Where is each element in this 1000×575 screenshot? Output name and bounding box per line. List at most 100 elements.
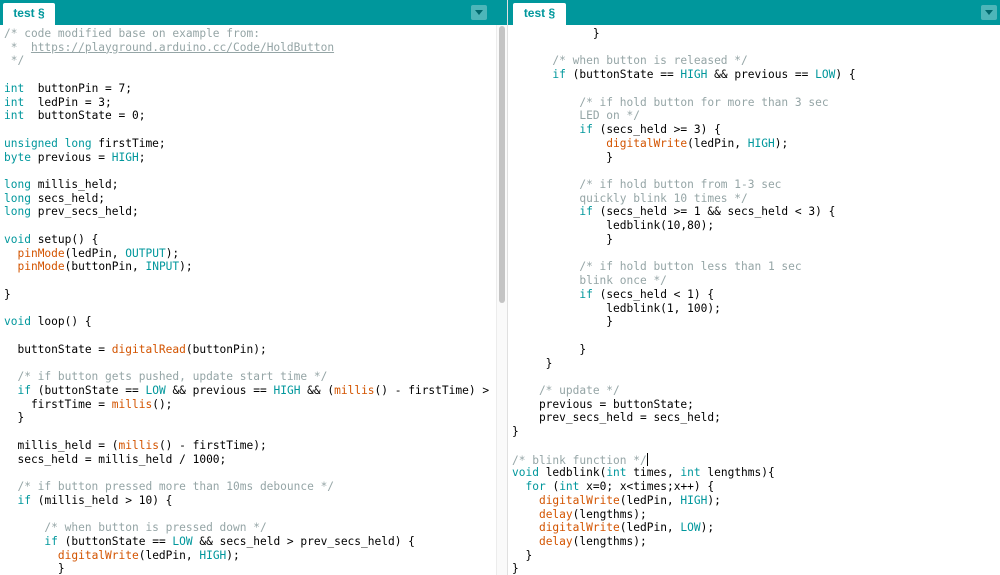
tab-menu-button[interactable] xyxy=(471,5,487,20)
code-line: delay(lengthms); xyxy=(512,535,647,549)
code-token: secs_held = millis_held / 1000; xyxy=(4,452,227,466)
code-token: ) { xyxy=(835,68,856,82)
code-line: for (int x=0; x<times;x++) { xyxy=(512,480,714,494)
code-line: } xyxy=(512,562,519,575)
code-token: https://playground.arduino.cc/Code/HoldB… xyxy=(30,40,335,54)
scrollbar-thumb[interactable] xyxy=(499,26,505,303)
code-token: (ledPin, xyxy=(138,548,200,562)
code-line: if (secs_held >= 3) { xyxy=(512,123,720,137)
code-token: millis xyxy=(111,397,153,411)
code-token: * xyxy=(4,40,31,54)
code-line: } xyxy=(512,27,600,41)
code-editor[interactable]: } /* when button is released */ if (butt… xyxy=(508,25,1000,575)
code-line: if (secs_held >= 1 && secs_held < 3) { xyxy=(512,205,835,219)
code-token: (buttonPin, xyxy=(64,260,146,274)
code-line: * https://playground.arduino.cc/Code/Hol… xyxy=(4,41,334,55)
code-token: long xyxy=(4,191,31,205)
code-token: } xyxy=(512,425,519,439)
code-token: if xyxy=(552,68,566,82)
code-token: int xyxy=(680,466,701,480)
tab-menu-button[interactable] xyxy=(981,5,997,20)
code-editor[interactable]: /* code modified base on example from: *… xyxy=(0,25,507,575)
code-token: /* when button is pressed down */ xyxy=(4,521,267,535)
code-token: /* if hold button less than 1 sec xyxy=(512,260,802,274)
code-token: ); xyxy=(179,260,193,274)
code-token: secs_held; xyxy=(30,191,106,205)
code-token: long xyxy=(4,178,31,192)
code-line: quickly blink 10 times */ xyxy=(512,192,747,206)
code-line: blink once */ xyxy=(512,274,667,288)
code-line: prev_secs_held = secs_held; xyxy=(512,411,721,425)
code-line: /* if button pressed more than 10ms debo… xyxy=(4,480,334,494)
code-line: long secs_held; xyxy=(4,192,105,206)
triangle-down-icon xyxy=(475,10,483,15)
code-token: && secs_held > prev_secs_held) { xyxy=(192,535,415,548)
code-line: } xyxy=(512,357,553,371)
code-token: blink once */ xyxy=(512,274,667,288)
code-token: prev_secs_held = secs_held; xyxy=(512,411,721,425)
tab-test[interactable]: test § xyxy=(3,3,55,25)
code-token: (lengthms); xyxy=(572,507,647,521)
code-line: } xyxy=(512,343,586,357)
code-token: if xyxy=(44,535,58,548)
code-token: && previous == xyxy=(165,383,274,397)
code-line: firstTime = millis(); xyxy=(4,398,172,412)
code-token: ( xyxy=(545,480,560,494)
code-token: prev_secs_held; xyxy=(30,205,139,219)
code-token: if xyxy=(17,383,31,397)
code-token: digitalWrite xyxy=(538,493,620,507)
code-token: buttonPin = 7; xyxy=(24,81,132,95)
code-token: previous = buttonState; xyxy=(512,397,694,411)
code-token: && ( xyxy=(300,383,335,397)
code-token: (); xyxy=(152,397,173,411)
code-token: } xyxy=(512,232,614,246)
code-line: digitalWrite(ledPin, HIGH); xyxy=(512,494,721,508)
code-token: (secs_held >= 1 && secs_held < 3) { xyxy=(592,205,836,219)
left-editor-pane: test § /* code modified base on example … xyxy=(0,0,507,575)
code-token: /* if button gets pushed, update start t… xyxy=(4,370,328,384)
code-line: if (buttonState == LOW && secs_held > pr… xyxy=(4,535,415,549)
code-token: } xyxy=(4,287,11,301)
code-line: digitalWrite(ledPin, HIGH); xyxy=(4,549,240,563)
code-token: /* update */ xyxy=(512,383,620,397)
vertical-scrollbar[interactable] xyxy=(496,25,507,575)
code-line: long millis_held; xyxy=(4,178,119,192)
code-line: unsigned long firstTime; xyxy=(4,137,166,151)
code-token: digitalWrite xyxy=(538,521,620,535)
text-cursor xyxy=(646,452,648,466)
code-token: digitalWrite xyxy=(606,136,688,150)
code-line: /* if hold button less than 1 sec xyxy=(512,260,802,274)
code-token: /* when button is released */ xyxy=(512,54,748,68)
tab-test[interactable]: test § xyxy=(513,3,566,25)
code-token: (millis_held > 10) { xyxy=(30,493,173,507)
code-line: /* code modified base on example from: xyxy=(4,27,260,41)
code-token: if xyxy=(579,123,593,137)
code-line: } xyxy=(4,411,24,425)
code-token: x=0; x<times;x++) { xyxy=(579,480,715,494)
code-token: /* if hold button for more than 3 sec xyxy=(512,95,829,109)
code-token: INPUT xyxy=(145,260,180,274)
code-token: (buttonPin); xyxy=(185,342,267,356)
code-token: delay xyxy=(538,535,573,548)
code-token: LOW xyxy=(680,521,701,535)
code-token: } xyxy=(4,562,65,575)
code-token: if xyxy=(579,287,593,301)
arduino-ide-split-editor: test § /* code modified base on example … xyxy=(0,0,1000,575)
code-line: if (secs_held < 1) { xyxy=(512,288,714,302)
code-token: setup() { xyxy=(30,232,99,246)
tab-bar: test § xyxy=(508,0,1000,25)
code-line: ledblink(10,80); xyxy=(512,219,714,233)
code-token: int xyxy=(4,81,25,95)
code-token: } xyxy=(512,27,600,40)
code-token: () - firstTime); xyxy=(158,438,267,452)
code-token: buttonState = xyxy=(4,342,112,356)
code-token: for xyxy=(525,480,546,494)
code-token: unsigned long xyxy=(4,136,92,150)
code-line: byte previous = HIGH; xyxy=(4,151,145,165)
code-line: buttonState = digitalRead(buttonPin); xyxy=(4,342,267,357)
code-line: */ xyxy=(4,54,24,68)
